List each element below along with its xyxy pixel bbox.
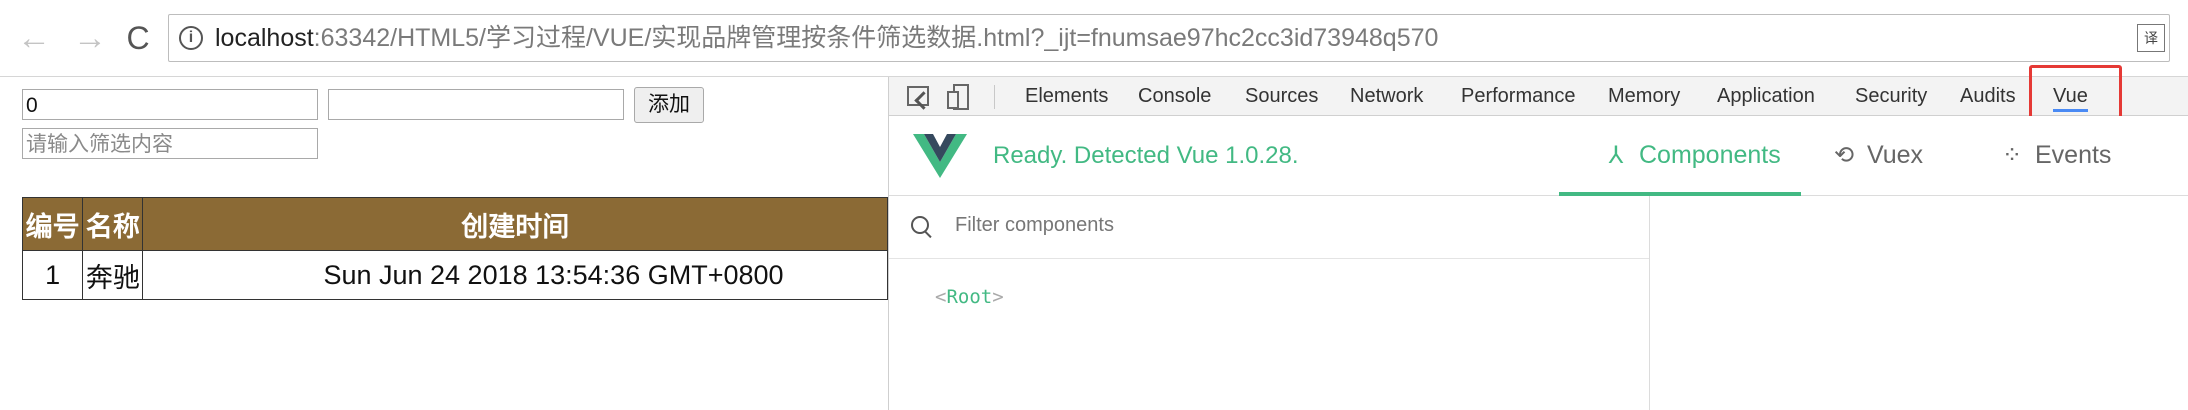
- root-component-node[interactable]: <Root>: [935, 286, 1004, 308]
- tab-audits[interactable]: Audits: [1960, 77, 2016, 115]
- url-text: localhost:63342/HTML5/学习过程/VUE/实现品牌管理按条件…: [215, 15, 1438, 61]
- name-input[interactable]: [328, 89, 624, 120]
- components-tab[interactable]: ⅄ Components: [1559, 116, 1801, 196]
- tab-network[interactable]: Network: [1350, 77, 1423, 115]
- inspect-element-icon[interactable]: [907, 86, 929, 106]
- tab-elements[interactable]: Elements: [1025, 77, 1108, 115]
- events-tab[interactable]: ⁘ Events: [1997, 116, 2112, 195]
- tab-performance[interactable]: Performance: [1461, 77, 1576, 115]
- devtools-panel: Elements Console Sources Network Perform…: [888, 65, 2188, 410]
- forward-arrow-icon[interactable]: →: [70, 16, 110, 60]
- page-viewport: 0 添加 请输入筛选内容 编号 名称 创建时间 1 奔驰 Sun Jun 24 …: [0, 77, 888, 410]
- tab-divider: [994, 85, 995, 109]
- filter-components-row[interactable]: Filter components: [889, 196, 1649, 259]
- vue-devtools-header: Ready. Detected Vue 1.0.28. ⅄ Components …: [889, 116, 2188, 196]
- device-toolbar-icon[interactable]: [947, 84, 969, 110]
- cell-created: Sun Jun 24 2018 13:54:36 GMT+0800: [142, 250, 888, 300]
- site-info-icon[interactable]: i: [179, 26, 203, 50]
- components-tree-icon: ⅄: [1608, 142, 1624, 169]
- search-icon: [911, 216, 929, 234]
- table-row: 1 奔驰 Sun Jun 24 2018 13:54:36 GMT+0800: [21, 250, 888, 300]
- address-bar[interactable]: i localhost:63342/HTML5/学习过程/VUE/实现品牌管理按…: [168, 14, 2170, 62]
- events-label: Events: [2035, 141, 2112, 169]
- table-header-row: 编号 名称 创建时间: [21, 197, 888, 251]
- vuex-tab[interactable]: ⟲ Vuex: [1829, 116, 1923, 195]
- translate-icon[interactable]: 译: [2137, 24, 2165, 52]
- back-arrow-icon[interactable]: ←: [14, 16, 54, 60]
- header-name: 名称: [82, 197, 144, 251]
- url-path: :63342/HTML5/学习过程/VUE/实现品牌管理按条件筛选数据.html…: [313, 24, 1439, 52]
- tab-memory[interactable]: Memory: [1608, 77, 1680, 115]
- components-label: Components: [1639, 141, 1781, 169]
- tab-console[interactable]: Console: [1138, 77, 1211, 115]
- root-label: Root: [946, 286, 993, 308]
- vue-status-text: Ready. Detected Vue 1.0.28.: [993, 142, 1299, 169]
- history-icon: ⟲: [1833, 142, 1855, 169]
- header-id: 编号: [21, 197, 84, 251]
- vuex-label: Vuex: [1867, 141, 1924, 169]
- header-created: 创建时间: [142, 197, 888, 251]
- component-state-pane: [1650, 196, 2188, 410]
- cell-name: 奔驰: [82, 250, 144, 300]
- filter-input[interactable]: 请输入筛选内容: [22, 128, 318, 159]
- url-host: localhost: [215, 24, 314, 52]
- brand-table: 编号 名称 创建时间 1 奔驰 Sun Jun 24 2018 13:54:36…: [21, 197, 888, 300]
- component-tree-pane: Filter components <Root>: [889, 196, 1650, 410]
- events-dots-icon: ⁘: [2001, 142, 2023, 169]
- tab-sources[interactable]: Sources: [1245, 77, 1318, 115]
- reload-icon[interactable]: C: [118, 16, 158, 60]
- tab-application[interactable]: Application: [1717, 77, 1815, 115]
- id-input[interactable]: 0: [22, 89, 318, 120]
- tab-security[interactable]: Security: [1855, 77, 1927, 115]
- filter-components-input[interactable]: Filter components: [955, 214, 1114, 237]
- browser-toolbar: ← → C i localhost:63342/HTML5/学习过程/VUE/实…: [0, 0, 2188, 77]
- cell-id: 1: [21, 250, 84, 300]
- devtools-tabbar: Elements Console Sources Network Perform…: [889, 65, 2188, 133]
- add-button[interactable]: 添加: [634, 87, 704, 123]
